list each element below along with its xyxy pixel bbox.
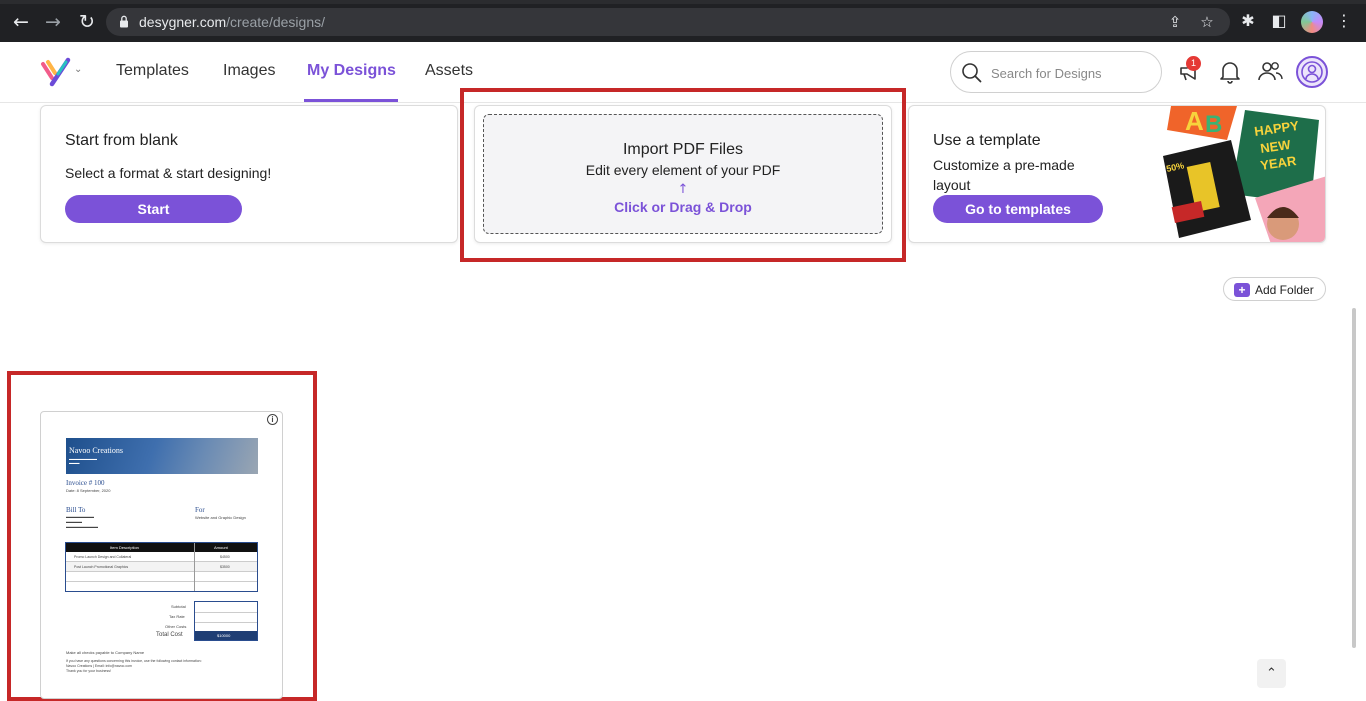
footer-line: Make all checks payable to Company Name <box>66 650 145 655</box>
row-description: Promo Launch Design and Collateral <box>74 555 132 559</box>
invoice-date: Date: 8 September, 2020 <box>66 488 111 493</box>
total-cost-value: $10000 <box>217 633 231 638</box>
subtotal-label: Subtotal <box>171 604 186 609</box>
user-avatar[interactable] <box>1296 56 1328 88</box>
invoice-title: Invoice # 100 <box>66 479 105 487</box>
address-bar[interactable]: desygner.com/create/designs/ ⇪ ☆ <box>106 8 1230 36</box>
team-users-icon[interactable] <box>1257 58 1283 84</box>
extensions-puzzle-icon[interactable]: ✱ <box>1238 11 1258 31</box>
use-template-card[interactable]: Use a template Customize a pre-made layo… <box>908 105 1326 243</box>
card-subtitle: Select a format & start designing! <box>65 165 272 181</box>
pdf-drop-zone[interactable]: Import PDF Files Edit every element of y… <box>483 114 883 234</box>
bookmark-star-icon[interactable]: ☆ <box>1198 13 1216 31</box>
table-row: Promo Launch Design and Collateral $4500 <box>66 552 257 562</box>
share-icon[interactable]: ⇪ <box>1166 13 1184 31</box>
bill-to-details: ▬▬▬▬▬▬▬ ▬▬▬▬ ▬▬▬▬▬▬▬▬ <box>66 514 98 529</box>
total-cost-label: Total Cost <box>156 632 183 638</box>
template-collage-image: A B HAPPY NEW YEAR 50% <box>1163 106 1325 242</box>
active-tab-indicator <box>304 99 398 102</box>
table-column-separator <box>194 543 195 591</box>
row-amount: $4500 <box>220 555 230 559</box>
svg-text:A: A <box>1185 106 1204 136</box>
table-header: Item Description Amount <box>66 543 257 552</box>
nav-images[interactable]: Images <box>223 62 275 80</box>
scroll-to-top-button[interactable]: ⌃ <box>1257 659 1286 688</box>
chevron-down-icon[interactable]: ⌄ <box>74 64 82 75</box>
browser-menu-icon[interactable]: ⋮ <box>1334 11 1354 31</box>
totals-divider <box>195 612 257 613</box>
desygner-logo-icon[interactable] <box>40 56 72 88</box>
url-domain: desygner.com <box>139 14 227 30</box>
bell-icon[interactable] <box>1217 58 1243 84</box>
total-cost-bar: $10000 <box>195 631 257 640</box>
url-path: /create/designs/ <box>226 14 326 30</box>
card-subtitle: Customize a pre-made layout <box>933 157 1075 193</box>
user-icon <box>1301 61 1323 83</box>
page-scrollbar[interactable] <box>1352 308 1356 648</box>
search-input[interactable] <box>991 63 1151 83</box>
footer-line: Navoo Creations | Email: info@navoo.com <box>66 664 132 668</box>
start-button[interactable]: Start <box>65 195 242 223</box>
forward-arrow-icon[interactable]: → <box>42 11 64 33</box>
totals-divider <box>195 622 257 623</box>
go-to-templates-button[interactable]: Go to templates <box>933 195 1103 223</box>
table-row <box>66 582 257 592</box>
import-pdf-card: Import PDF Files Edit every element of y… <box>474 105 892 243</box>
browser-toolbar: ← → ↻ desygner.com/create/designs/ ⇪ ☆ ✱… <box>0 0 1366 42</box>
upload-arrow-icon: ↑ <box>677 182 689 197</box>
header-amount: Amount <box>214 545 228 550</box>
totals-box: $10000 <box>194 601 258 641</box>
folder-plus-icon: + <box>1234 283 1250 297</box>
tax-rate-label: Tax Rate <box>169 614 185 619</box>
svg-text:B: B <box>1205 111 1222 138</box>
header-description: Item Description <box>110 545 139 550</box>
reload-icon[interactable]: ↻ <box>76 11 98 33</box>
dropzone-title: Import PDF Files <box>622 141 743 158</box>
search-box[interactable] <box>950 51 1162 93</box>
design-thumbnail-card[interactable]: i Navoo Creations ▬▬▬▬▬▬▬▬ ▬▬▬ Invoice # … <box>40 411 283 699</box>
other-costs-label: Other Costs <box>165 624 187 629</box>
url-text: desygner.com/create/designs/ <box>139 14 325 30</box>
browser-profile-avatar[interactable] <box>1301 11 1323 33</box>
card-title: Use a template <box>933 132 1041 149</box>
row-description: Post Launch Promotional Graphics <box>74 565 129 569</box>
lock-icon <box>120 15 128 28</box>
add-folder-label: Add Folder <box>1255 283 1314 297</box>
nav-assets[interactable]: Assets <box>425 62 473 80</box>
invoice-company: Navoo Creations <box>69 446 123 455</box>
for-label: For <box>195 506 205 514</box>
dropzone-subtitle: Edit every element of your PDF <box>585 162 781 178</box>
footer-line: Thank you for your business! <box>66 669 111 673</box>
footer-line: If you have any questions concerning thi… <box>66 659 202 663</box>
card-title: Start from blank <box>65 132 178 149</box>
app-header: ⌄ Templates Images My Designs Assets 1 <box>0 42 1366 103</box>
row-amount: $3500 <box>220 565 230 569</box>
back-arrow-icon[interactable]: ← <box>10 11 32 33</box>
nav-my-designs[interactable]: My Designs <box>307 62 396 80</box>
click-or-drag-link[interactable]: Click or Drag & Drop <box>484 199 882 215</box>
bill-to-label: Bill To <box>66 506 86 514</box>
side-panel-icon[interactable]: ◧ <box>1269 11 1289 31</box>
nav-templates[interactable]: Templates <box>116 62 189 80</box>
info-icon[interactable]: i <box>267 414 278 425</box>
notification-badge: 1 <box>1186 56 1201 71</box>
table-row <box>66 572 257 582</box>
start-from-blank-card[interactable]: Start from blank Select a format & start… <box>40 105 458 243</box>
invoice-banner: Navoo Creations ▬▬▬▬▬▬▬▬ ▬▬▬ <box>66 438 258 474</box>
table-row: Post Launch Promotional Graphics $3500 <box>66 562 257 572</box>
invoice-table: Item Description Amount Promo Launch Des… <box>65 542 258 592</box>
invoice-address-lines: ▬▬▬▬▬▬▬▬ ▬▬▬ <box>69 457 97 465</box>
search-icon <box>962 63 982 83</box>
tab-strip <box>0 0 1366 4</box>
add-folder-button[interactable]: + Add Folder <box>1223 277 1326 301</box>
for-value: Website and Graphic Design <box>195 515 246 520</box>
